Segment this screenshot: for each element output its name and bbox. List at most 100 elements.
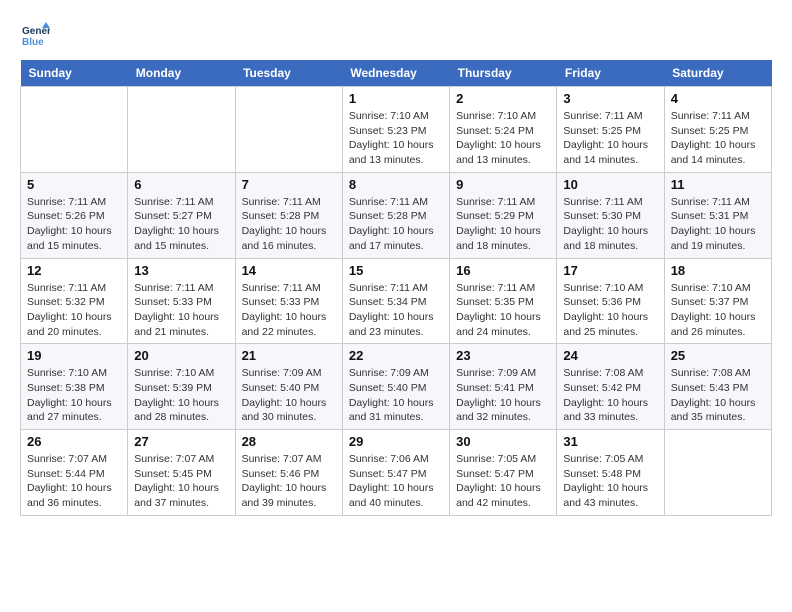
day-cell: 4 Sunrise: 7:11 AMSunset: 5:25 PMDaylight… bbox=[664, 87, 771, 173]
day-cell: 12 Sunrise: 7:11 AMSunset: 5:32 PMDayligh… bbox=[21, 258, 128, 344]
svg-text:Blue: Blue bbox=[22, 37, 44, 48]
day-info: Sunrise: 7:07 AMSunset: 5:45 PMDaylight:… bbox=[134, 452, 228, 511]
day-cell: 14Sunrise: 7:11 AMSunset: 5:33 PMDayligh… bbox=[235, 258, 342, 344]
day-info: Sunrise: 7:09 AMSunset: 5:41 PMDaylight:… bbox=[456, 366, 550, 425]
day-number: 2 bbox=[456, 91, 550, 106]
day-cell: 29 Sunrise: 7:06 AMSunset: 5:47 PMDayligh… bbox=[342, 430, 449, 516]
day-number: 24 bbox=[563, 348, 657, 363]
day-cell: 30 Sunrise: 7:05 AMSunset: 5:47 PMDayligh… bbox=[450, 430, 557, 516]
day-cell: 26 Sunrise: 7:07 AMSunset: 5:44 PMDayligh… bbox=[21, 430, 128, 516]
day-number: 3 bbox=[563, 91, 657, 106]
weekday-header-thursday: Thursday bbox=[450, 60, 557, 87]
day-info: Sunrise: 7:11 AMSunset: 5:32 PMDaylight:… bbox=[27, 281, 121, 340]
day-info: Sunrise: 7:11 AMSunset: 5:25 PMDaylight:… bbox=[671, 109, 765, 168]
day-number: 7 bbox=[242, 177, 336, 192]
weekday-header-sunday: Sunday bbox=[21, 60, 128, 87]
day-number: 15 bbox=[349, 263, 443, 278]
day-cell: 2 Sunrise: 7:10 AMSunset: 5:24 PMDaylight… bbox=[450, 87, 557, 173]
day-number: 30 bbox=[456, 434, 550, 449]
weekday-header-saturday: Saturday bbox=[664, 60, 771, 87]
day-number: 26 bbox=[27, 434, 121, 449]
day-number: 29 bbox=[349, 434, 443, 449]
day-number: 23 bbox=[456, 348, 550, 363]
day-number: 6 bbox=[134, 177, 228, 192]
logo-icon: General Blue bbox=[20, 20, 50, 50]
day-cell: 16Sunrise: 7:11 AMSunset: 5:35 PMDayligh… bbox=[450, 258, 557, 344]
day-cell: 31Sunrise: 7:05 AMSunset: 5:48 PMDayligh… bbox=[557, 430, 664, 516]
day-info: Sunrise: 7:09 AMSunset: 5:40 PMDaylight:… bbox=[349, 366, 443, 425]
day-number: 21 bbox=[242, 348, 336, 363]
day-cell: 8 Sunrise: 7:11 AMSunset: 5:28 PMDaylight… bbox=[342, 172, 449, 258]
day-number: 20 bbox=[134, 348, 228, 363]
day-number: 14 bbox=[242, 263, 336, 278]
day-number: 10 bbox=[563, 177, 657, 192]
day-info: Sunrise: 7:11 AMSunset: 5:30 PMDaylight:… bbox=[563, 195, 657, 254]
weekday-header-tuesday: Tuesday bbox=[235, 60, 342, 87]
day-number: 4 bbox=[671, 91, 765, 106]
week-row-2: 5Sunrise: 7:11 AMSunset: 5:26 PMDaylight… bbox=[21, 172, 772, 258]
day-number: 11 bbox=[671, 177, 765, 192]
day-number: 18 bbox=[671, 263, 765, 278]
day-cell bbox=[664, 430, 771, 516]
day-cell: 15 Sunrise: 7:11 AMSunset: 5:34 PMDayligh… bbox=[342, 258, 449, 344]
day-cell bbox=[128, 87, 235, 173]
day-cell: 5Sunrise: 7:11 AMSunset: 5:26 PMDaylight… bbox=[21, 172, 128, 258]
day-cell: 27 Sunrise: 7:07 AMSunset: 5:45 PMDayligh… bbox=[128, 430, 235, 516]
day-number: 22 bbox=[349, 348, 443, 363]
day-number: 27 bbox=[134, 434, 228, 449]
day-info: Sunrise: 7:10 AMSunset: 5:23 PMDaylight:… bbox=[349, 109, 443, 168]
day-cell: 20 Sunrise: 7:10 AMSunset: 5:39 PMDayligh… bbox=[128, 344, 235, 430]
day-info: Sunrise: 7:11 AMSunset: 5:25 PMDaylight:… bbox=[563, 109, 657, 168]
day-cell: 3 Sunrise: 7:11 AMSunset: 5:25 PMDaylight… bbox=[557, 87, 664, 173]
week-row-1: 1Sunrise: 7:10 AMSunset: 5:23 PMDaylight… bbox=[21, 87, 772, 173]
day-cell: 24Sunrise: 7:08 AMSunset: 5:42 PMDayligh… bbox=[557, 344, 664, 430]
logo: General Blue bbox=[20, 20, 54, 50]
day-number: 5 bbox=[27, 177, 121, 192]
day-info: Sunrise: 7:06 AMSunset: 5:47 PMDaylight:… bbox=[349, 452, 443, 511]
day-number: 8 bbox=[349, 177, 443, 192]
day-cell: 9 Sunrise: 7:11 AMSunset: 5:29 PMDaylight… bbox=[450, 172, 557, 258]
day-cell: 19Sunrise: 7:10 AMSunset: 5:38 PMDayligh… bbox=[21, 344, 128, 430]
day-cell bbox=[235, 87, 342, 173]
day-number: 19 bbox=[27, 348, 121, 363]
day-info: Sunrise: 7:11 AMSunset: 5:33 PMDaylight:… bbox=[134, 281, 228, 340]
weekday-header-wednesday: Wednesday bbox=[342, 60, 449, 87]
week-row-3: 12 Sunrise: 7:11 AMSunset: 5:32 PMDayligh… bbox=[21, 258, 772, 344]
day-cell bbox=[21, 87, 128, 173]
day-info: Sunrise: 7:11 AMSunset: 5:31 PMDaylight:… bbox=[671, 195, 765, 254]
day-cell: 7Sunrise: 7:11 AMSunset: 5:28 PMDaylight… bbox=[235, 172, 342, 258]
day-info: Sunrise: 7:05 AMSunset: 5:47 PMDaylight:… bbox=[456, 452, 550, 511]
day-cell: 13 Sunrise: 7:11 AMSunset: 5:33 PMDayligh… bbox=[128, 258, 235, 344]
day-number: 16 bbox=[456, 263, 550, 278]
day-cell: 6 Sunrise: 7:11 AMSunset: 5:27 PMDaylight… bbox=[128, 172, 235, 258]
day-number: 13 bbox=[134, 263, 228, 278]
day-info: Sunrise: 7:11 AMSunset: 5:29 PMDaylight:… bbox=[456, 195, 550, 254]
day-number: 28 bbox=[242, 434, 336, 449]
day-info: Sunrise: 7:11 AMSunset: 5:34 PMDaylight:… bbox=[349, 281, 443, 340]
day-number: 9 bbox=[456, 177, 550, 192]
weekday-header-row: SundayMondayTuesdayWednesdayThursdayFrid… bbox=[21, 60, 772, 87]
day-info: Sunrise: 7:10 AMSunset: 5:39 PMDaylight:… bbox=[134, 366, 228, 425]
day-cell: 22 Sunrise: 7:09 AMSunset: 5:40 PMDayligh… bbox=[342, 344, 449, 430]
day-cell: 23 Sunrise: 7:09 AMSunset: 5:41 PMDayligh… bbox=[450, 344, 557, 430]
day-cell: 28 Sunrise: 7:07 AMSunset: 5:46 PMDayligh… bbox=[235, 430, 342, 516]
day-cell: 10 Sunrise: 7:11 AMSunset: 5:30 PMDayligh… bbox=[557, 172, 664, 258]
calendar-table: SundayMondayTuesdayWednesdayThursdayFrid… bbox=[20, 60, 772, 516]
day-number: 25 bbox=[671, 348, 765, 363]
day-cell: 1Sunrise: 7:10 AMSunset: 5:23 PMDaylight… bbox=[342, 87, 449, 173]
day-cell: 17Sunrise: 7:10 AMSunset: 5:36 PMDayligh… bbox=[557, 258, 664, 344]
day-info: Sunrise: 7:07 AMSunset: 5:44 PMDaylight:… bbox=[27, 452, 121, 511]
day-number: 12 bbox=[27, 263, 121, 278]
weekday-header-friday: Friday bbox=[557, 60, 664, 87]
day-info: Sunrise: 7:07 AMSunset: 5:46 PMDaylight:… bbox=[242, 452, 336, 511]
day-info: Sunrise: 7:09 AMSunset: 5:40 PMDaylight:… bbox=[242, 366, 336, 425]
day-number: 31 bbox=[563, 434, 657, 449]
day-cell: 21 Sunrise: 7:09 AMSunset: 5:40 PMDayligh… bbox=[235, 344, 342, 430]
day-info: Sunrise: 7:11 AMSunset: 5:28 PMDaylight:… bbox=[349, 195, 443, 254]
day-info: Sunrise: 7:11 AMSunset: 5:27 PMDaylight:… bbox=[134, 195, 228, 254]
day-info: Sunrise: 7:08 AMSunset: 5:43 PMDaylight:… bbox=[671, 366, 765, 425]
day-info: Sunrise: 7:10 AMSunset: 5:24 PMDaylight:… bbox=[456, 109, 550, 168]
day-cell: 25 Sunrise: 7:08 AMSunset: 5:43 PMDayligh… bbox=[664, 344, 771, 430]
weekday-header-monday: Monday bbox=[128, 60, 235, 87]
header: General Blue bbox=[20, 20, 772, 50]
